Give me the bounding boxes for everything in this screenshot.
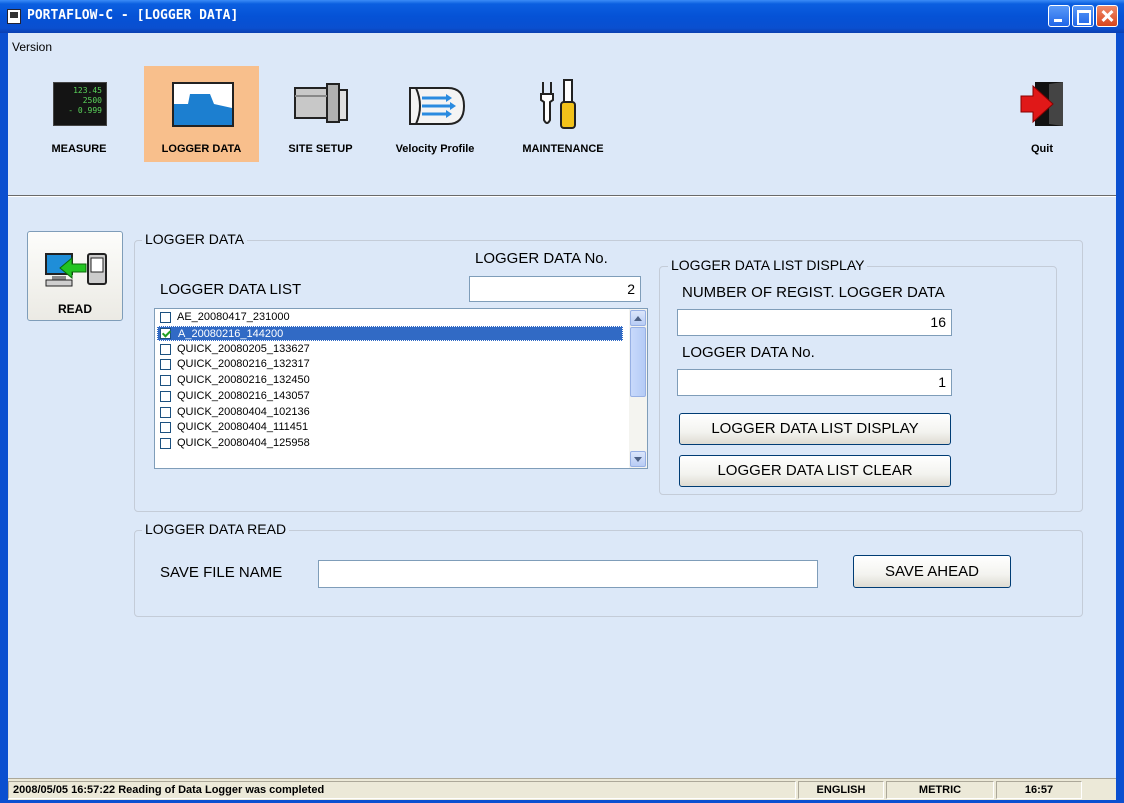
toolbar-separator xyxy=(8,195,1116,197)
toolbar-logger-data-label: LOGGER DATA xyxy=(161,143,242,155)
num-regist-label: NUMBER OF REGIST. LOGGER DATA xyxy=(682,284,945,301)
transfer-icon xyxy=(45,253,107,287)
logger-data-no-field[interactable]: 2 xyxy=(469,276,641,302)
list-item-label: QUICK_20080205_133627 xyxy=(177,343,310,355)
list-item-checkbox[interactable] xyxy=(160,312,171,323)
list-item-checkbox[interactable] xyxy=(160,422,171,433)
list-item-checkbox[interactable] xyxy=(160,344,171,355)
toolbar-measure-label: MEASURE xyxy=(51,143,107,155)
maintenance-tools-icon xyxy=(540,79,576,129)
list-item-checkbox-checked[interactable] xyxy=(160,328,171,339)
list-item-label: QUICK_20080216_143057 xyxy=(177,390,310,402)
exit-door-icon xyxy=(1020,82,1063,126)
scroll-down-arrow-icon[interactable] xyxy=(630,451,646,467)
list-item-label: AE_20080417_231000 xyxy=(177,311,290,323)
scroll-thumb[interactable] xyxy=(630,327,646,397)
list-item-checkbox[interactable] xyxy=(160,375,171,386)
logger-data-no-label: LOGGER DATA No. xyxy=(475,250,608,267)
toolbar-velocity-profile[interactable]: Velocity Profile xyxy=(380,66,490,162)
velocity-profile-icon xyxy=(409,87,466,125)
list-item-label: QUICK_20080404_125958 xyxy=(177,437,310,449)
logger-chart-graphic xyxy=(174,94,232,125)
app-icon[interactable] xyxy=(7,9,21,24)
measure-display-value-2: 2500 xyxy=(82,96,102,105)
save-ahead-button[interactable]: SAVE AHEAD xyxy=(853,555,1011,588)
read-button-label: READ xyxy=(57,302,92,316)
list-item[interactable]: QUICK_20080404_111451 xyxy=(157,420,627,435)
list-item[interactable]: QUICK_20080404_102136 xyxy=(157,405,627,420)
toolbar-logger-data[interactable]: LOGGER DATA xyxy=(144,66,259,162)
toolbar-velocity-profile-label: Velocity Profile xyxy=(395,143,475,155)
list-item[interactable]: QUICK_20080216_132450 xyxy=(157,373,627,388)
status-bar: 2008/05/05 16:57:22 Reading of Data Logg… xyxy=(8,778,1116,800)
logger-data-group-title: LOGGER DATA xyxy=(142,231,248,247)
list-item-selected[interactable]: A_20080216_144200 xyxy=(157,326,623,341)
toolbar-maintenance-label: MAINTENANCE xyxy=(522,143,604,155)
pipe-icon xyxy=(294,83,348,123)
window-frame-left xyxy=(0,33,8,803)
status-message: 2008/05/05 16:57:22 Reading of Data Logg… xyxy=(8,781,796,799)
list-item[interactable]: QUICK_20080216_143057 xyxy=(157,389,627,404)
toolbar-site-setup-label: SITE SETUP xyxy=(288,143,353,155)
toolbar-measure[interactable]: 123.45 2500 - 0.999 MEASURE xyxy=(38,66,120,162)
save-file-name-input[interactable] xyxy=(318,560,818,588)
toolbar-quit-label: Quit xyxy=(1031,143,1053,155)
window-frame-right xyxy=(1116,33,1124,803)
read-button[interactable]: READ xyxy=(27,231,123,321)
menu-version[interactable]: Version xyxy=(12,40,52,54)
list-item-label: QUICK_20080216_132450 xyxy=(177,374,310,386)
list-item[interactable]: QUICK_20080404_125958 xyxy=(157,436,627,451)
status-time: 16:57 xyxy=(996,781,1082,799)
list-item[interactable]: QUICK_20080205_133627 xyxy=(157,342,627,357)
num-regist-field[interactable]: 16 xyxy=(677,309,952,336)
listbox-scrollbar[interactable] xyxy=(629,309,647,468)
logger-chart-icon xyxy=(172,82,234,127)
list-item-checkbox[interactable] xyxy=(160,407,171,418)
scroll-up-arrow-icon[interactable] xyxy=(630,310,646,326)
list-display-data-no-field[interactable]: 1 xyxy=(677,369,952,396)
logger-data-listbox[interactable]: AE_20080417_231000 A_20080216_144200 QUI… xyxy=(154,308,648,469)
status-language: ENGLISH xyxy=(798,781,884,799)
status-units: METRIC xyxy=(886,781,994,799)
measure-display-icon: 123.45 2500 - 0.999 xyxy=(53,82,107,126)
list-item-label: QUICK_20080404_102136 xyxy=(177,406,310,418)
list-display-group-title: LOGGER DATA LIST DISPLAY xyxy=(668,257,868,273)
list-item-label: QUICK_20080404_111451 xyxy=(177,421,309,433)
logger-data-list-display-button[interactable]: LOGGER DATA LIST DISPLAY xyxy=(679,413,951,445)
maximize-button[interactable] xyxy=(1072,5,1094,27)
toolbar-site-setup[interactable]: SITE SETUP xyxy=(278,66,363,162)
logger-data-list-clear-button[interactable]: LOGGER DATA LIST CLEAR xyxy=(679,455,951,487)
menu-bar: Version xyxy=(8,33,1116,57)
toolbar-maintenance[interactable]: MAINTENANCE xyxy=(513,66,613,162)
measure-display-value-1: 123.45 xyxy=(73,86,102,95)
window-title: PORTAFLOW-C - [LOGGER DATA] xyxy=(27,8,239,23)
client-area: Version 123.45 2500 - 0.999 MEASURE LOGG… xyxy=(8,33,1116,800)
list-item-checkbox[interactable] xyxy=(160,359,171,370)
save-file-name-label: SAVE FILE NAME xyxy=(160,564,283,581)
minimize-button[interactable] xyxy=(1048,5,1070,27)
list-item[interactable]: QUICK_20080216_132317 xyxy=(157,357,627,372)
logger-data-list-label: LOGGER DATA LIST xyxy=(160,281,302,298)
title-bar[interactable]: PORTAFLOW-C - [LOGGER DATA] xyxy=(0,0,1124,33)
close-button[interactable] xyxy=(1096,5,1118,27)
list-item-checkbox[interactable] xyxy=(160,438,171,449)
list-display-data-no-label: LOGGER DATA No. xyxy=(682,344,815,361)
list-item-label: A_20080216_144200 xyxy=(178,328,284,340)
list-item-label: QUICK_20080216_132317 xyxy=(177,358,310,370)
logger-data-read-group-title: LOGGER DATA READ xyxy=(142,521,290,537)
measure-display-value-3: - 0.999 xyxy=(68,106,102,115)
toolbar-quit[interactable]: Quit xyxy=(1012,66,1072,162)
list-item-checkbox[interactable] xyxy=(160,391,171,402)
list-item[interactable]: AE_20080417_231000 xyxy=(157,310,627,325)
